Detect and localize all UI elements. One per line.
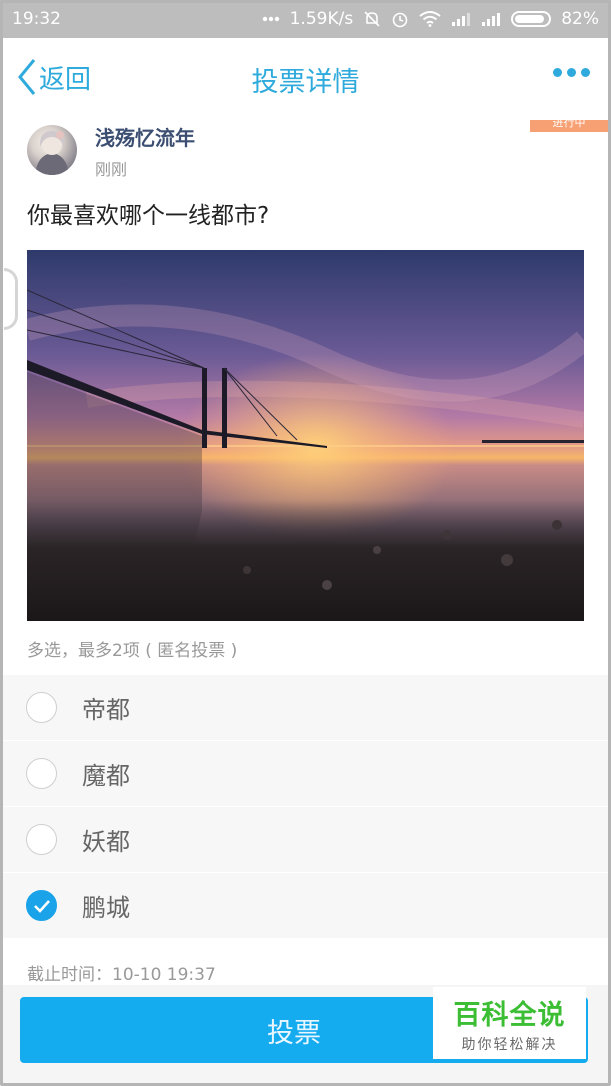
watermark-subtitle: 助你轻松解决: [461, 1036, 558, 1053]
vote-deadline: 截止时间：10-10 19:37: [27, 965, 216, 985]
network-speed: 1.59K/s: [289, 9, 354, 29]
radio-unchecked-icon[interactable]: [26, 758, 57, 789]
vote-rule-hint: 多选，最多2项 ( 匿名投票 ): [27, 641, 238, 661]
radio-unchecked-icon[interactable]: [26, 692, 57, 723]
battery-icon: [511, 11, 552, 27]
dots-icon: [262, 16, 280, 22]
submit-vote-label: 投票: [267, 1017, 321, 1049]
mute-icon: [363, 10, 381, 28]
avatar[interactable]: [27, 125, 77, 175]
page-title: 投票详情: [251, 67, 360, 98]
option-label: 妖都: [82, 828, 130, 856]
post-time: 刚刚: [95, 160, 128, 179]
status-time: 19:32: [12, 9, 61, 29]
status-bar: 19:32 1.59K/s 82%: [0, 0, 611, 38]
radio-unchecked-icon[interactable]: [26, 824, 57, 855]
author-name[interactable]: 浅殇忆流年: [95, 122, 195, 151]
battery-level: 82%: [561, 9, 599, 29]
alarm-icon: [391, 10, 409, 28]
more-dots-icon[interactable]: [553, 68, 590, 77]
signal-icon-2: [481, 11, 501, 27]
option-label: 魔都: [82, 762, 130, 790]
option-label: 鹏城: [82, 894, 130, 922]
vote-option-1[interactable]: 帝都: [3, 675, 608, 741]
side-drawer-handle[interactable]: [4, 268, 18, 330]
status-icons: 1.59K/s 82%: [262, 9, 599, 29]
watermark-title: 百科全说: [453, 999, 566, 1031]
signal-icon: [451, 11, 471, 27]
wifi-icon: [419, 11, 441, 27]
vote-option-2[interactable]: 魔都: [3, 741, 608, 807]
vote-options: 帝都 魔都 妖都 鹏城: [3, 675, 608, 939]
bridge-sunset-photo[interactable]: [27, 250, 584, 621]
vote-option-3[interactable]: 妖都: [3, 807, 608, 873]
radio-checked-icon[interactable]: [26, 890, 57, 921]
vote-question: 你最喜欢哪个一线都市?: [27, 203, 270, 229]
vote-option-4[interactable]: 鹏城: [3, 873, 608, 939]
watermark: 百科全说 助你轻松解决: [433, 987, 586, 1059]
status-ribbon: 进行中: [530, 120, 608, 132]
option-label: 帝都: [82, 696, 130, 724]
nav-bar: 返回 投票详情: [3, 38, 608, 120]
